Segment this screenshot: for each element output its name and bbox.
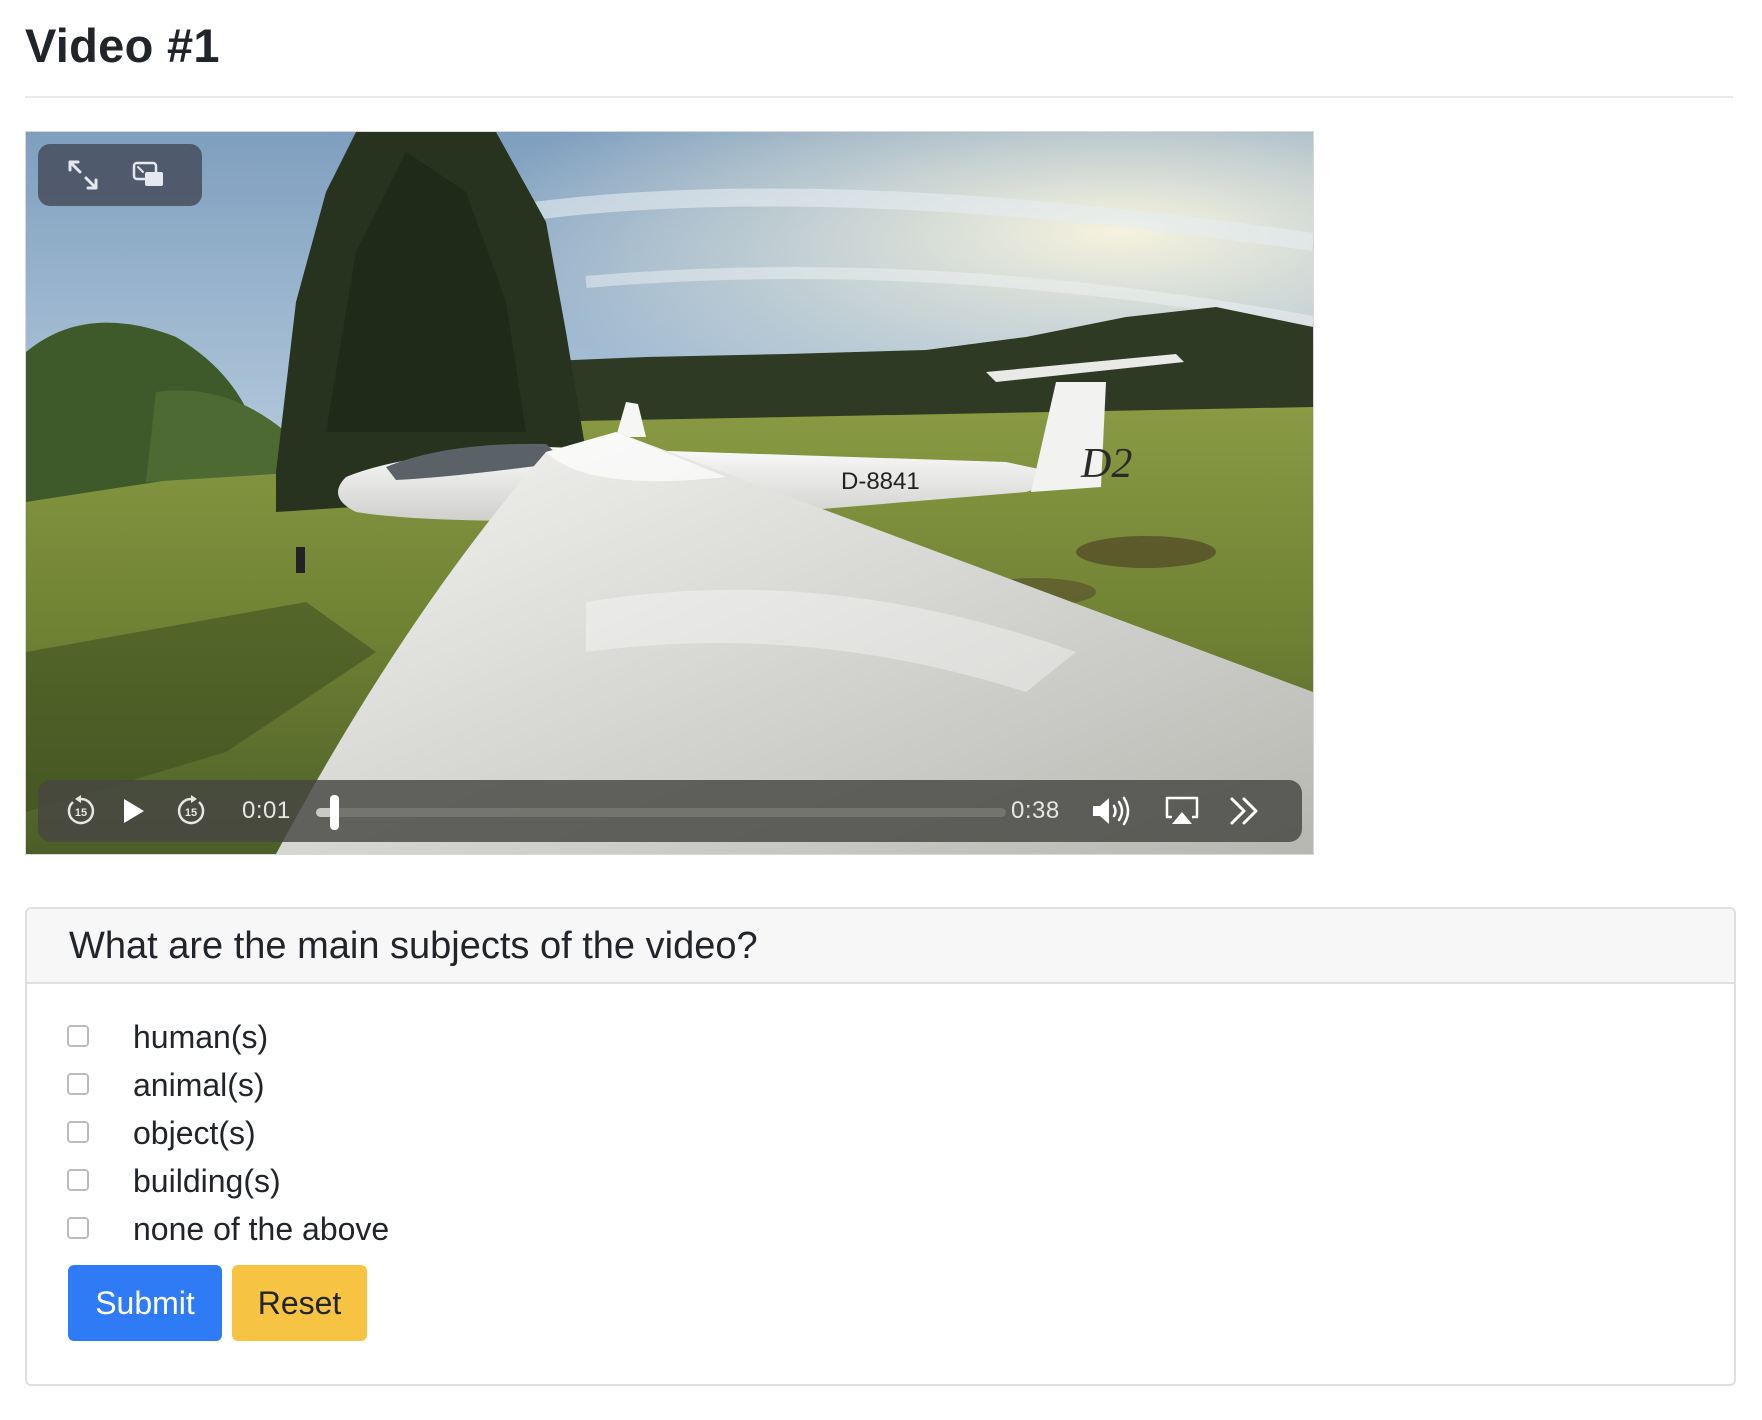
- play-icon[interactable]: [118, 796, 148, 826]
- page-title: Video #1: [25, 19, 220, 72]
- checkbox-human[interactable]: [67, 1025, 89, 1047]
- picture-in-picture-icon[interactable]: [132, 160, 166, 190]
- checkbox-animal[interactable]: [67, 1073, 89, 1095]
- submit-button[interactable]: Submit: [68, 1265, 222, 1341]
- skip-back-15-icon[interactable]: 15: [64, 794, 98, 828]
- question-prompt: What are the main subjects of the video?: [69, 925, 758, 967]
- tail-marking: D2: [1080, 441, 1132, 487]
- checkbox-object[interactable]: [67, 1121, 89, 1143]
- top-controls: [38, 144, 202, 206]
- current-time: 0:01: [242, 797, 291, 824]
- skip-back-label: 15: [75, 807, 87, 819]
- aircraft-registration: D-8841: [841, 468, 920, 495]
- video-frame: D2 D-8841: [26, 132, 1313, 854]
- option-label: object(s): [133, 1115, 256, 1151]
- question-card: What are the main subjects of the video?…: [25, 907, 1736, 1386]
- skip-forward-label: 15: [185, 807, 197, 819]
- double-chevron-right-icon[interactable]: [1228, 795, 1262, 827]
- volume-icon[interactable]: [1090, 794, 1136, 828]
- option-label: none of the above: [133, 1211, 390, 1247]
- progress-scrubber[interactable]: [316, 795, 1006, 830]
- skip-forward-15-icon[interactable]: 15: [174, 794, 208, 828]
- video-player[interactable]: D2 D-8841 15 15 0:01 0:38: [25, 131, 1314, 855]
- title-divider: [25, 96, 1733, 98]
- airplay-icon[interactable]: [1164, 795, 1200, 827]
- option-label: animal(s): [133, 1067, 265, 1103]
- scrubber-handle[interactable]: [330, 795, 339, 830]
- reset-button[interactable]: Reset: [232, 1265, 367, 1341]
- option-label: human(s): [133, 1019, 269, 1055]
- checkbox-building[interactable]: [67, 1169, 89, 1191]
- checkbox-none[interactable]: [67, 1217, 89, 1239]
- option-label: building(s): [133, 1163, 281, 1199]
- question-card-header: What are the main subjects of the video?: [27, 909, 1734, 984]
- duration: 0:38: [1011, 797, 1060, 824]
- playback-controls: 15 15 0:01 0:38: [38, 780, 1302, 842]
- expand-arrows-icon[interactable]: [66, 158, 100, 192]
